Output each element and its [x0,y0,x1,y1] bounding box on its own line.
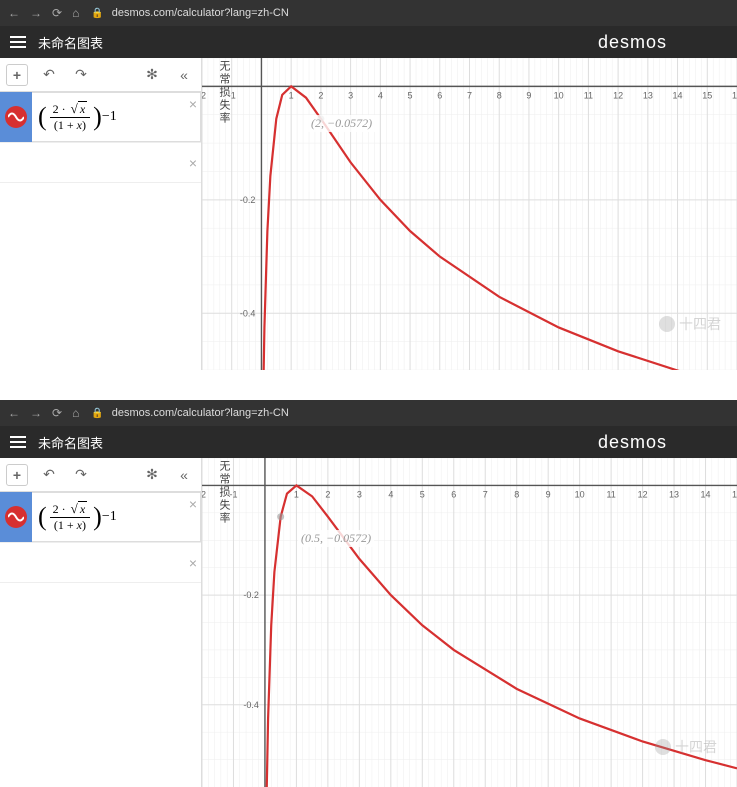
svg-text:1: 1 [289,90,294,100]
settings-button[interactable]: ✻ [141,64,163,86]
reload-button[interactable]: ⟳ [52,6,62,20]
title-bar: 未命名图表 desmos [0,426,737,458]
back-button[interactable]: ← [8,6,20,20]
watermark: 十四君 [659,314,721,334]
add-expression-button[interactable]: + [6,64,28,86]
expression-sidebar: + ↶ ↷ ✻ « ( 2 · √x [0,58,202,370]
point-label: (2, −0.0572) [308,115,375,132]
svg-text:4: 4 [388,489,393,499]
svg-text:6: 6 [451,489,456,499]
svg-text:10: 10 [554,90,564,100]
svg-text:7: 7 [467,90,472,100]
graph-title[interactable]: 未命名图表 [38,33,103,52]
lock-icon: 🔒 [91,408,103,419]
hamburger-icon[interactable] [10,36,26,48]
close-icon[interactable]: × [189,155,197,171]
close-icon[interactable]: × [189,96,197,112]
point-label: (0.5, −0.0572) [298,530,374,547]
svg-text:6: 6 [437,90,442,100]
svg-text:9: 9 [546,489,551,499]
graph-area[interactable]: -2-1123456789101112131415-0.4-0.2 无常损失率 … [202,458,737,787]
browser-bar: ← → ⟳ ⌂ 🔒 desmos.com/calculator?lang=zh-… [0,400,737,426]
svg-text:9: 9 [526,90,531,100]
collapse-button[interactable]: « [173,64,195,86]
svg-text:5: 5 [420,489,425,499]
expression-sidebar: + ↶ ↷ ✻ « ( 2 · √x [0,458,202,787]
svg-text:1: 1 [294,489,299,499]
svg-text:14: 14 [701,489,711,499]
svg-text:7: 7 [483,489,488,499]
svg-text:-0.4: -0.4 [243,700,259,710]
svg-text:11: 11 [606,489,615,499]
undo-button[interactable]: ↶ [38,64,60,86]
expression-handle[interactable] [0,492,32,542]
collapse-button[interactable]: « [173,464,195,486]
svg-text:8: 8 [497,90,502,100]
svg-text:3: 3 [348,90,353,100]
close-icon[interactable]: × [189,555,197,571]
expression-row[interactable]: ( 2 · √x (1 + x) ) −1 × [0,492,201,543]
svg-text:2: 2 [325,489,330,499]
expression-row[interactable]: ( 2 · √x (1 + x) ) −1 × [0,92,201,143]
svg-text:8: 8 [514,489,519,499]
empty-expression-row[interactable]: × [0,543,201,583]
url-text[interactable]: desmos.com/calculator?lang=zh-CN [112,7,289,19]
redo-button[interactable]: ↷ [70,464,92,486]
expression-handle[interactable] [0,92,32,142]
brand-logo: desmos [598,432,667,453]
svg-text:-0.2: -0.2 [240,195,256,205]
sidebar-toolbar: + ↶ ↷ ✻ « [0,458,201,492]
close-icon[interactable]: × [189,496,197,512]
hamburger-icon[interactable] [10,436,26,448]
graph-title[interactable]: 未命名图表 [38,433,103,452]
svg-text:12: 12 [613,90,623,100]
undo-button[interactable]: ↶ [38,464,60,486]
title-bar: 未命名图表 desmos [0,26,737,58]
brand-logo: desmos [598,32,667,53]
svg-text:16: 16 [732,90,737,100]
expression-input[interactable]: ( 2 · √x (1 + x) ) −1 [32,492,201,542]
redo-button[interactable]: ↷ [70,64,92,86]
svg-text:13: 13 [643,90,653,100]
svg-text:-0.4: -0.4 [240,308,256,318]
svg-text:5: 5 [408,90,413,100]
wave-icon[interactable] [5,506,27,528]
forward-button[interactable]: → [30,6,42,20]
settings-button[interactable]: ✻ [141,464,163,486]
svg-text:-2: -2 [202,90,206,100]
svg-text:-2: -2 [202,489,206,499]
empty-expression-row[interactable]: × [0,143,201,183]
svg-text:11: 11 [584,90,593,100]
svg-text:12: 12 [638,489,648,499]
svg-text:13: 13 [669,489,679,499]
svg-text:2: 2 [318,90,323,100]
add-expression-button[interactable]: + [6,464,28,486]
svg-text:10: 10 [575,489,585,499]
graph-svg[interactable]: -2-112345678910111213141516-0.4-0.2 [202,58,737,370]
svg-text:4: 4 [378,90,383,100]
url-text[interactable]: desmos.com/calculator?lang=zh-CN [112,407,289,419]
graph-area[interactable]: -2-112345678910111213141516-0.4-0.2 无常损失… [202,58,737,370]
back-button[interactable]: ← [8,406,20,420]
expression-input[interactable]: ( 2 · √x (1 + x) ) −1 [32,92,201,142]
forward-button[interactable]: → [30,406,42,420]
wave-icon[interactable] [5,106,27,128]
sidebar-toolbar: + ↶ ↷ ✻ « [0,58,201,92]
svg-text:15: 15 [732,489,737,499]
y-axis-label: 无常损失率 [216,460,232,525]
lock-icon: 🔒 [91,8,103,19]
wechat-icon [659,316,675,332]
svg-text:-0.2: -0.2 [243,590,259,600]
svg-text:15: 15 [702,90,712,100]
home-button[interactable]: ⌂ [72,406,79,420]
svg-text:14: 14 [673,90,683,100]
browser-bar: ← → ⟳ ⌂ 🔒 desmos.com/calculator?lang=zh-… [0,0,737,26]
watermark: 十四君 [655,737,717,757]
home-button[interactable]: ⌂ [72,6,79,20]
wechat-icon [655,739,671,755]
reload-button[interactable]: ⟳ [52,406,62,420]
svg-text:3: 3 [357,489,362,499]
y-axis-label: 无常损失率 [216,60,232,125]
